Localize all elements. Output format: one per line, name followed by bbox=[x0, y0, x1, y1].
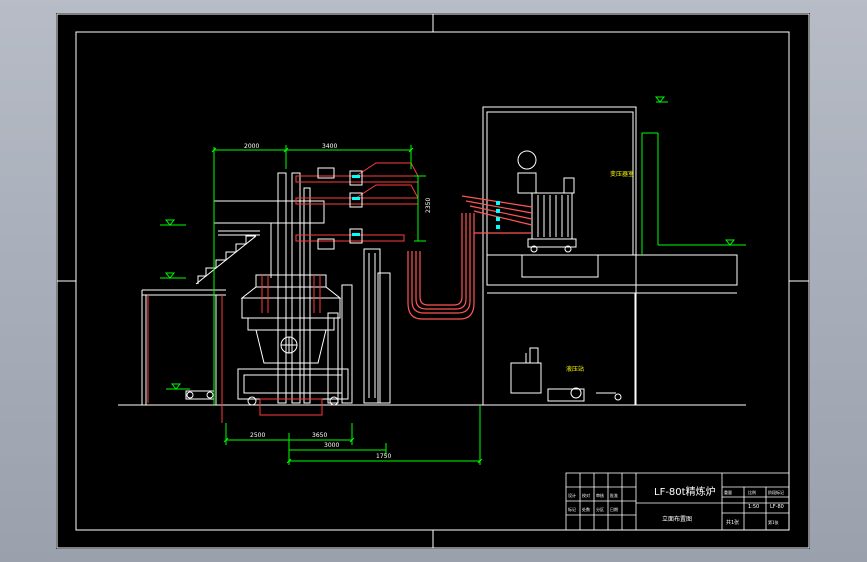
title-block-drawing-no: LF-80 bbox=[770, 504, 784, 510]
frame-center-marks bbox=[57, 14, 809, 548]
support-columns bbox=[327, 272, 391, 404]
dim-bottom-c: 3000 bbox=[324, 442, 339, 449]
tb-row-label-6: 分区 bbox=[596, 506, 604, 512]
dim-top-left: 2000 bbox=[244, 143, 259, 150]
working-platform bbox=[141, 289, 226, 405]
hydraulic-station bbox=[510, 347, 622, 402]
outer-frame bbox=[56, 13, 810, 549]
tb-row-label-2: 审核 bbox=[596, 492, 604, 498]
upper-gallery bbox=[195, 200, 325, 290]
furnace-roof bbox=[240, 274, 342, 331]
dim-bottom-b: 3650 bbox=[312, 432, 327, 439]
dim-vertical: 2350 bbox=[425, 198, 432, 213]
arm-clamps bbox=[317, 167, 363, 250]
inner-frame bbox=[75, 31, 790, 531]
tb-row-label-3: 批准 bbox=[610, 492, 618, 498]
tb-cell-0: 重量 bbox=[724, 489, 732, 495]
dim-bottom-a: 2500 bbox=[250, 432, 265, 439]
tb-row-label-7: 日期 bbox=[610, 506, 618, 512]
platform-columns bbox=[147, 295, 223, 423]
ladle bbox=[255, 329, 327, 364]
level-markers bbox=[164, 96, 736, 390]
tb-cell-1: 比例 bbox=[748, 489, 756, 495]
elevation-drawing: 变压器室 液压站 2000 3400 2350 2500 3650 3000 1… bbox=[56, 13, 810, 549]
title-block-title: LF-80t精炼炉 bbox=[654, 485, 716, 498]
dim-top-right: 3400 bbox=[322, 143, 337, 150]
ladle-pit bbox=[259, 398, 323, 416]
tb-row-label-4: 标记 bbox=[568, 506, 576, 512]
transformer-building bbox=[482, 106, 738, 406]
tb-cell-3: 第1张 bbox=[768, 519, 779, 525]
cad-viewport[interactable]: 变压器室 液压站 2000 3400 2350 2500 3650 3000 1… bbox=[56, 13, 810, 549]
transformer-building-dims bbox=[641, 101, 746, 255]
roof-pipes bbox=[261, 275, 321, 313]
transformer-room-label: 变压器室 bbox=[610, 170, 634, 178]
transformer bbox=[517, 150, 577, 253]
arm-connectors bbox=[352, 175, 360, 236]
ground-equipment bbox=[185, 390, 215, 400]
title-block-sheet: 共1张 bbox=[726, 519, 739, 526]
title-block-scale: 1:50 bbox=[748, 504, 759, 510]
title-block-subtitle: 立面布置图 bbox=[662, 515, 692, 523]
tb-cell-2: 阶段标记 bbox=[768, 489, 784, 495]
bus-tube-insulators bbox=[496, 201, 500, 229]
tb-row-label-0: 设计 bbox=[568, 492, 576, 498]
tb-row-label-5: 处数 bbox=[582, 506, 590, 512]
ladle-car bbox=[237, 368, 349, 406]
dim-bottom-d: 1750 bbox=[376, 453, 391, 460]
tb-row-label-1: 校对 bbox=[582, 492, 590, 498]
hydraulic-station-label: 液压站 bbox=[566, 365, 584, 373]
